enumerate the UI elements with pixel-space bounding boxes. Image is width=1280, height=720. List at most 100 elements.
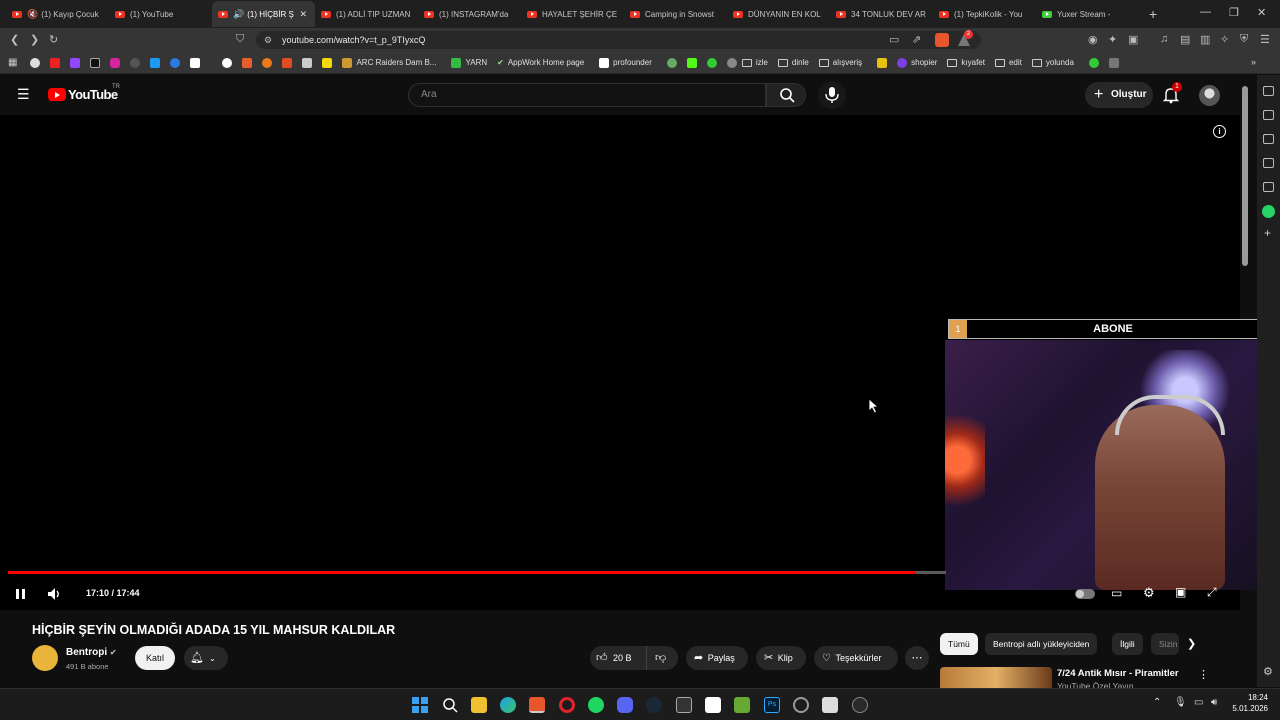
obs-icon[interactable] [852,697,868,713]
channel-name[interactable]: Bentropi ✔ [66,647,117,658]
like-button[interactable]: 👍︎ 20 B [590,646,646,670]
youtube-bookmark-icon[interactable] [50,57,61,68]
browser-tab[interactable]: HAYALET ŞEHİR ÇE [521,1,624,27]
bookmark-icon-gray[interactable] [1108,57,1119,68]
notifications-button[interactable]: 1 [1162,82,1182,104]
cast-icon[interactable]: ▭ [889,33,899,46]
bookmark-folder[interactable]: kıyafet [947,58,985,67]
opera-icon[interactable] [559,697,575,713]
browser-tab[interactable]: Camping in Snowst [624,1,727,27]
add-panel-icon[interactable]: + [1264,226,1271,240]
back-icon[interactable]: ❮ [10,33,19,46]
bookmark-icon-white[interactable] [222,57,233,68]
thanks-button[interactable]: ♡ Teşekkürler [814,646,898,670]
wix-bookmark-icon[interactable] [190,57,201,68]
browser-tab[interactable]: (1) INSTAGRAM'da [418,1,521,27]
share-icon[interactable]: ⇗ [912,33,921,46]
more-bookmarks-icon[interactable]: » [1251,57,1256,67]
clip-button[interactable]: ✂ Klip [756,646,806,670]
subtitles-icon[interactable]: ▭ [1111,586,1122,600]
panel-settings-icon[interactable]: ⚙ [1263,665,1273,678]
restore-icon[interactable]: ❐ [1229,6,1239,19]
browser-tab[interactable]: 34 TONLUK DEV AR [830,1,933,27]
close-tab-icon[interactable]: ✕ [299,9,307,20]
bookmark-item[interactable]: YARN [446,57,487,68]
bookmark-icon-orange2[interactable] [262,57,273,68]
app-icon-green[interactable] [734,697,750,713]
volume-tray-icon[interactable]: 🔊︎ [1211,697,1217,708]
page-scrollbar[interactable] [1242,86,1248,266]
bookmark-item[interactable]: shopier [892,57,937,68]
bookmark-icon-blue[interactable] [170,57,181,68]
browser-tab[interactable]: 🔇 (1) Kayıp Çocuk [6,1,109,27]
bookmark-folder[interactable]: yolunda [1031,58,1074,67]
extensions-icon[interactable]: ✦ [1108,33,1117,46]
panel-icon-1[interactable] [1263,86,1274,96]
recommendation-title[interactable]: 7/24 Antik Mısır - Piramitler [1057,668,1179,679]
chip-related[interactable]: İlgili [1112,633,1143,655]
bookmark-item[interactable]: ARC Raiders Dam B... [337,57,436,68]
clock-date[interactable]: 5.01.2026 [1228,704,1268,713]
chip-for-you[interactable]: Sizin için [1151,633,1179,655]
bluesky-bookmark-icon[interactable] [150,57,161,68]
browser-tab[interactable]: DÜNYANIN EN KOL [727,1,830,27]
sidebar-toggle-icon[interactable]: ▤ [1180,33,1190,46]
voice-search-button[interactable] [818,81,846,109]
site-info-icon[interactable]: ⚙ [264,31,272,49]
chevron-right-icon[interactable]: ❯ [1187,637,1196,650]
steam-icon[interactable] [646,697,662,713]
bookmark-folder[interactable]: edit [994,58,1022,67]
search-button[interactable] [766,83,806,107]
minimize-icon[interactable]: — [1200,6,1211,18]
recommendation-thumbnail[interactable] [940,667,1052,688]
whatsapp-icon[interactable] [1262,205,1275,218]
info-icon[interactable]: i [1213,125,1226,138]
share-button[interactable]: ➦ Paylaş [686,646,748,670]
bookmark-icon[interactable]: ⛉ [236,33,244,46]
kick-bookmark-icon[interactable] [686,57,697,68]
bookmark-folder[interactable]: dinle [777,58,809,67]
bookmark-icon-y[interactable] [877,57,888,68]
leo-icon[interactable]: ✧ [1220,33,1229,46]
panel-icon-2[interactable] [1263,110,1274,120]
app-icon-circle[interactable] [793,697,809,713]
new-tab-icon[interactable]: + [1149,6,1157,22]
bookmark-icon-orange[interactable] [242,57,253,68]
apps-grid-icon[interactable]: ▦ [8,57,17,68]
clock-time[interactable]: 18:24 [1236,693,1268,702]
volume-button[interactable] [47,587,63,601]
fullscreen-icon[interactable]: ⤢ [1207,585,1217,600]
app-icon[interactable] [705,697,721,713]
browser-tab[interactable]: Yuxer Stream - [1036,1,1139,27]
discord-icon[interactable] [617,697,633,713]
chevron-up-icon[interactable]: ⌃ [1153,697,1161,708]
bookmark-folder[interactable]: izle [741,58,768,67]
browser-tab[interactable]: (1) YouTube [109,1,212,27]
media-icon[interactable]: ♫ [1160,33,1168,45]
edge-icon[interactable] [500,697,516,713]
bookmark-icon-green[interactable] [706,57,717,68]
bookmark-folder[interactable]: alışveriş [818,58,862,67]
speaker-icon[interactable]: 🔊 [233,9,244,20]
join-button[interactable]: Katıl [135,646,175,670]
chip-all[interactable]: Tümü [940,633,978,655]
browser-tab-active[interactable]: 🔊 (1) HİÇBİR Ş ✕ [212,1,315,27]
file-explorer-icon[interactable] [471,697,487,713]
chatgpt-bookmark-icon[interactable] [726,57,737,68]
x-bookmark-icon[interactable] [90,57,101,68]
chip-from-uploader[interactable]: Bentropi adlı yükleyiciden [985,633,1098,655]
bookmarks-panel-icon[interactable] [1263,182,1274,192]
brave-icon[interactable] [529,697,545,713]
amazon-bookmark-icon[interactable] [302,57,313,68]
search-input[interactable]: Ara [408,83,766,107]
bookmark-item[interactable]: profounder [594,57,652,68]
google-bookmark-icon[interactable] [30,57,41,68]
youtube-logo-text[interactable]: YouTube [68,87,118,102]
bookmark-item[interactable]: ✔ AppWork Home page [497,58,584,67]
recommendation-menu-icon[interactable]: ⋮ [1198,668,1209,681]
microphone-tray-icon[interactable]: 🎙︎ [1174,697,1187,708]
more-actions-button[interactable]: ⋯ [905,646,929,670]
brave-shield-icon[interactable] [935,33,949,47]
screenshot-icon[interactable]: ▣ [1128,33,1138,46]
threads-bookmark-icon[interactable] [130,57,141,68]
